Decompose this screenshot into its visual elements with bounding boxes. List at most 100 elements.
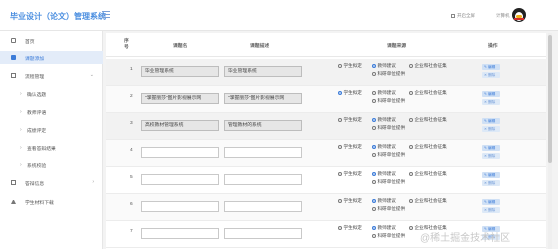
radio-button[interactable] (338, 117, 342, 122)
sidebar-item-grading[interactable]: › 成绩评定 (0, 123, 103, 136)
edit-button[interactable]: ✎ 编辑 (482, 199, 500, 205)
table-header: 序号 课题名 课题描述 课题来源 操作 (106, 33, 546, 57)
radio-button[interactable] (372, 90, 376, 95)
source-radio-option[interactable]: 企业和社会征集 (409, 90, 447, 96)
edit-button[interactable]: ✎ 编辑 (482, 145, 500, 151)
source-radio-option[interactable]: 学生拟定 (338, 144, 362, 150)
topic-title-input[interactable]: 高校教材管理系统 (141, 120, 219, 131)
topic-title-input[interactable] (141, 228, 219, 239)
radio-button[interactable] (409, 225, 413, 230)
delete-button[interactable]: ✕ 删除 (482, 180, 500, 186)
radio-button[interactable] (338, 144, 342, 149)
radio-button[interactable] (372, 225, 376, 230)
sidebar-item-add-topic[interactable]: 课题添加 (0, 51, 103, 64)
edit-button[interactable]: ✎ 编辑 (482, 91, 500, 97)
sidebar-item-process[interactable]: 流程管理 ⌄ (0, 69, 103, 82)
radio-button[interactable] (372, 179, 376, 184)
sidebar-item-defense-result[interactable]: › 查看答辩结果 (0, 141, 103, 154)
radio-button[interactable] (372, 98, 376, 103)
delete-button[interactable]: ✕ 删除 (482, 207, 500, 213)
radio-button[interactable] (409, 144, 413, 149)
radio-button[interactable] (372, 233, 376, 238)
radio-button[interactable] (409, 90, 413, 95)
source-radio-option[interactable]: 学生拟定 (338, 198, 362, 204)
radio-button[interactable] (372, 125, 376, 130)
sidebar-item-defense-info[interactable]: 答辩信息 › (0, 176, 103, 189)
source-radio-option[interactable]: 教师建议 (372, 225, 396, 231)
source-radio-option[interactable]: 学生拟定 (338, 90, 362, 96)
radio-button[interactable] (338, 90, 342, 95)
edit-button[interactable]: ✎ 编辑 (482, 118, 500, 124)
source-radio-option[interactable]: 企业和社会征集 (409, 198, 447, 204)
scrollbar-thumb[interactable] (548, 35, 552, 163)
radio-button[interactable] (409, 117, 413, 122)
sidebar-item-system-check[interactable]: › 系统校验 (0, 158, 103, 171)
avatar[interactable] (512, 8, 526, 22)
radio-button[interactable] (409, 198, 413, 203)
fullscreen-button[interactable]: 开启全屏 (451, 13, 475, 19)
source-radio-option[interactable]: 科研单位提供 (372, 179, 405, 185)
source-radio-option[interactable]: 教师建议 (372, 144, 396, 150)
source-radio-option[interactable]: 学生拟定 (338, 225, 362, 231)
topic-title-input[interactable] (141, 147, 219, 158)
source-radio-option[interactable]: 企业和社会征集 (409, 117, 447, 123)
sidebar-item-download[interactable]: 学生材料下载 (0, 195, 103, 208)
topic-desc-input[interactable] (224, 201, 302, 212)
radio-label: 企业和社会征集 (414, 117, 447, 122)
source-radio-option[interactable]: 科研单位提供 (372, 98, 405, 104)
source-radio-option[interactable]: 科研单位提供 (372, 71, 405, 77)
home-icon (11, 38, 16, 43)
radio-button[interactable] (372, 198, 376, 203)
menu-toggle-icon[interactable] (102, 11, 110, 18)
edit-button[interactable]: ✎ 编辑 (482, 172, 500, 178)
source-radio-option[interactable]: 教师建议 (372, 63, 396, 69)
source-radio-option[interactable]: 科研单位提供 (372, 206, 405, 212)
delete-button[interactable]: ✕ 删除 (482, 153, 500, 159)
source-radio-option[interactable]: 教师建议 (372, 90, 396, 96)
delete-button[interactable]: ✕ 删除 (482, 72, 500, 78)
username[interactable]: 计算机 (496, 13, 510, 19)
topic-desc-input[interactable] (224, 147, 302, 158)
source-radio-option[interactable]: 科研单位提供 (372, 152, 405, 158)
topic-desc-input[interactable]: 管理教材的系统 (224, 120, 302, 131)
sidebar-item-teacher-comment[interactable]: › 教师评语 (0, 105, 103, 118)
radio-button[interactable] (372, 171, 376, 176)
source-radio-option[interactable]: 企业和社会征集 (409, 171, 447, 177)
radio-button[interactable] (338, 171, 342, 176)
sidebar-item-confirm-topic[interactable]: › 确认选题 (0, 87, 103, 100)
topic-desc-input[interactable] (224, 228, 302, 239)
source-radio-option[interactable]: 教师建议 (372, 198, 396, 204)
source-radio-option[interactable]: 教师建议 (372, 171, 396, 177)
radio-button[interactable] (372, 152, 376, 157)
source-radio-option[interactable]: 科研单位提供 (372, 233, 405, 239)
topic-desc-input[interactable]: "掌握丽莎"图片影视展示网 (224, 93, 302, 104)
radio-button[interactable] (338, 63, 342, 68)
sidebar-item-label: 学生材料下载 (25, 201, 54, 206)
delete-button[interactable]: ✕ 删除 (482, 99, 500, 105)
sidebar-item-home[interactable]: 首页 (0, 34, 103, 47)
source-radio-option[interactable]: 学生拟定 (338, 117, 362, 123)
radio-button[interactable] (372, 144, 376, 149)
topic-title-input[interactable]: 毕业管理系统 (141, 66, 219, 77)
topic-desc-input[interactable]: 毕业管理系统 (224, 66, 302, 77)
radio-button[interactable] (338, 198, 342, 203)
radio-button[interactable] (372, 71, 376, 76)
radio-button[interactable] (372, 117, 376, 122)
source-radio-option[interactable]: 教师建议 (372, 117, 396, 123)
radio-button[interactable] (409, 171, 413, 176)
source-radio-option[interactable]: 学生拟定 (338, 63, 362, 69)
radio-button[interactable] (372, 63, 376, 68)
source-radio-option[interactable]: 学生拟定 (338, 171, 362, 177)
topic-desc-input[interactable] (224, 174, 302, 185)
topic-title-input[interactable]: "掌握丽莎"图片影视展示网 (141, 93, 219, 104)
source-radio-option[interactable]: 科研单位提供 (372, 125, 405, 131)
topic-title-input[interactable] (141, 174, 219, 185)
radio-button[interactable] (338, 225, 342, 230)
radio-button[interactable] (409, 63, 413, 68)
radio-button[interactable] (372, 206, 376, 211)
source-radio-option[interactable]: 企业和社会征集 (409, 144, 447, 150)
source-radio-option[interactable]: 企业和社会征集 (409, 63, 447, 69)
topic-title-input[interactable] (141, 201, 219, 212)
edit-button[interactable]: ✎ 编辑 (482, 64, 500, 70)
delete-button[interactable]: ✕ 删除 (482, 126, 500, 132)
